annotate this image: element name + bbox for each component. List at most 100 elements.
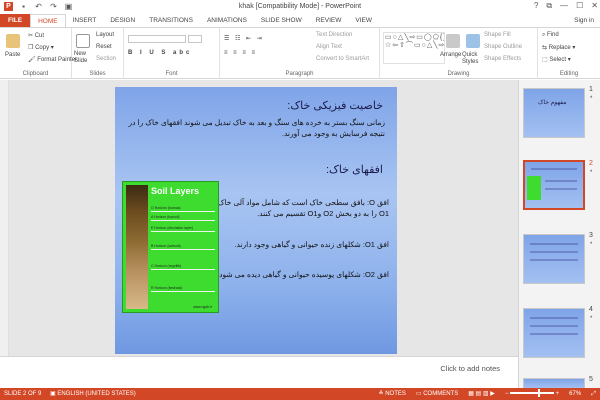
thumb-number-5: 5	[589, 376, 593, 383]
vertical-scrollbar[interactable]	[0, 80, 9, 356]
arrange-button[interactable]: Arrange	[440, 52, 461, 58]
soil-layers-title: Soil Layers	[151, 186, 200, 196]
notes-pane[interactable]: Click to add notes	[0, 356, 518, 388]
shape-outline-button[interactable]: Shape Outline	[484, 44, 522, 50]
select-label: Select	[549, 57, 567, 63]
thumb-2-line	[545, 180, 577, 182]
fit-slide-icon[interactable]: ⤢	[591, 388, 596, 400]
font-size-box[interactable]	[188, 35, 202, 43]
thumb-3-line	[530, 259, 578, 261]
comments-icon: ▭	[415, 391, 422, 397]
tab-view[interactable]: VIEW	[348, 14, 379, 27]
drawing-group-label: Drawing	[447, 71, 470, 77]
drawing-group: Arrange Quick Styles Shape Fill Shape Ou…	[380, 28, 538, 79]
select-icon: ⬚	[542, 57, 548, 63]
zoom-thumb[interactable]	[538, 389, 540, 398]
font-format-buttons[interactable]: B I U S abc	[128, 50, 192, 56]
soil-row-c: C Horizon (regolith)	[151, 264, 215, 270]
paragraph-group-label: Paragraph	[285, 71, 314, 77]
align-text-button[interactable]: Align Text	[316, 44, 342, 50]
format-painter-button[interactable]: 🖌 Format Painter	[28, 56, 77, 63]
select-button[interactable]: ⬚ Select ▾	[542, 56, 571, 63]
thumb-1-title: مفهوم خاک	[538, 100, 567, 106]
shape-effects-button[interactable]: Shape Effects	[484, 56, 521, 62]
slide-bullet-horizon-o[interactable]: افق O: بافق سطحی خاک است که شامل مواد آل…	[209, 197, 389, 219]
tab-review[interactable]: REVIEW	[309, 14, 349, 27]
tab-animations[interactable]: ANIMATIONS	[200, 14, 254, 27]
cut-label: Cut	[34, 33, 45, 39]
cut-icon: ✂	[28, 33, 34, 39]
arrange-icon[interactable]	[446, 34, 460, 48]
slide-heading-soil-horizons[interactable]: افقهای خاک:	[326, 163, 383, 176]
alignment-buttons[interactable]: ≡ ≡ ≡ ≡	[224, 50, 257, 56]
section-button[interactable]: Section	[96, 56, 116, 62]
soil-profile-graphic	[126, 185, 148, 309]
font-name-box[interactable]	[128, 35, 186, 43]
slide-thumbnail-1[interactable]: مفهوم خاک	[523, 88, 585, 138]
slide-canvas[interactable]: خاصیت فیزیکی خاک: زمانی سنگ بستر به خرده…	[115, 87, 397, 354]
layout-button[interactable]: Layout	[96, 32, 114, 38]
thumb-number-2: 2	[589, 160, 593, 167]
quick-styles-icon[interactable]	[466, 34, 480, 48]
zoom-slider[interactable]: − +	[505, 388, 559, 400]
status-right: ≙ NOTES ▭ COMMENTS ▦ ▤ ▥ ▶ − + 67% ⤢	[378, 388, 596, 400]
thumb-star-4: *	[590, 316, 593, 322]
convert-smartart-button[interactable]: Convert to SmartArt	[316, 56, 369, 62]
slide-thumbnail-3[interactable]	[523, 234, 585, 284]
window-title: khak [Compatibility Mode] - PowerPoint	[238, 3, 362, 10]
soil-layers-image[interactable]: Soil Layers O Horizon (humus) A Horizon …	[122, 181, 219, 313]
new-slide-icon[interactable]	[76, 34, 90, 48]
comments-toggle[interactable]: ▭ COMMENTS	[416, 388, 458, 400]
tab-home[interactable]: HOME	[30, 14, 66, 27]
tab-design[interactable]: DESIGN	[103, 14, 142, 27]
cut-button[interactable]: ✂ Cut	[28, 32, 44, 39]
editing-group-label: Editing	[559, 71, 579, 77]
sign-in-link[interactable]: Sign in	[574, 17, 594, 24]
minimize-button[interactable]: —	[560, 1, 568, 11]
language-indicator[interactable]: ▣ ENGLISH (UNITED STATES)	[50, 388, 136, 400]
find-button[interactable]: ⌕ Find	[542, 32, 559, 39]
soil-image-url: www.ngdir.ir	[193, 305, 212, 309]
language-label: ENGLISH (UNITED STATES)	[57, 391, 136, 397]
maximize-button[interactable]: ☐	[576, 1, 583, 11]
slide-thumbnail-2[interactable]	[523, 160, 585, 210]
shape-fill-button[interactable]: Shape Fill	[484, 32, 511, 38]
slide-thumbnails-pane: 1 * مفهوم خاک 2 * 3 * 4 * 5	[518, 80, 600, 388]
zoom-track[interactable]	[510, 389, 554, 398]
soil-row-r: R Horizon (bedrock)	[151, 286, 215, 292]
slide-paragraph-intro[interactable]: زمانی سنگ بستر به خرده های سنگ و بعد به …	[123, 117, 385, 139]
new-slide-button[interactable]: New Slide	[74, 51, 96, 65]
thumb-4-line	[530, 333, 578, 335]
replace-button[interactable]: ⇆ Replace ▾	[542, 44, 575, 51]
slide-bullet-horizon-o2[interactable]: افق O2: شکلهای پوسیده حیوانی و گیاهی دید…	[209, 269, 389, 280]
close-button[interactable]: ✕	[591, 1, 598, 11]
comments-label: COMMENTS	[423, 391, 459, 397]
spellcheck-icon: ▣	[50, 391, 56, 397]
slide-thumbnail-5[interactable]	[523, 378, 585, 388]
paste-button[interactable]: Paste	[5, 52, 20, 58]
copy-button[interactable]: ❐ Copy ▾	[28, 44, 54, 51]
tab-slide-show[interactable]: SLIDE SHOW	[254, 14, 309, 27]
clipboard-group-label: Clipboard	[22, 71, 49, 77]
quick-styles-button[interactable]: Quick Styles	[462, 52, 482, 66]
help-icon[interactable]: ?	[534, 1, 538, 11]
soil-row-a: A Horizon (topsoil)	[151, 215, 215, 221]
notes-label: NOTES	[385, 391, 406, 397]
view-buttons[interactable]: ▦ ▤ ▥ ▶	[468, 388, 495, 400]
text-direction-button[interactable]: Text Direction	[316, 32, 352, 38]
tab-file[interactable]: FILE	[0, 14, 31, 27]
window-controls: ? ⧉ — ☐ ✕	[534, 1, 598, 11]
notes-toggle[interactable]: ≙ NOTES	[378, 388, 405, 400]
zoom-level[interactable]: 67%	[569, 388, 581, 400]
tab-transitions[interactable]: TRANSITIONS	[142, 14, 200, 27]
slide-thumbnail-4[interactable]	[523, 308, 585, 358]
paragraph-group: ☰ ☷ ⇤ ⇥ ≡ ≡ ≡ ≡ Text Direction Align Tex…	[220, 28, 380, 79]
list-buttons[interactable]: ☰ ☷ ⇤ ⇥	[224, 35, 264, 42]
reset-button[interactable]: Reset	[96, 44, 112, 50]
tab-insert[interactable]: INSERT	[66, 14, 104, 27]
paste-icon[interactable]	[6, 34, 20, 48]
slide-bullet-horizon-o1[interactable]: افق O1: شکلهای زنده حیوانی و گیاهی وجود …	[209, 239, 389, 250]
ribbon-display-icon[interactable]: ⧉	[546, 1, 552, 11]
slide-heading-physical-property[interactable]: خاصیت فیزیکی خاک:	[287, 99, 383, 112]
notes-placeholder[interactable]: Click to add notes	[440, 364, 500, 373]
